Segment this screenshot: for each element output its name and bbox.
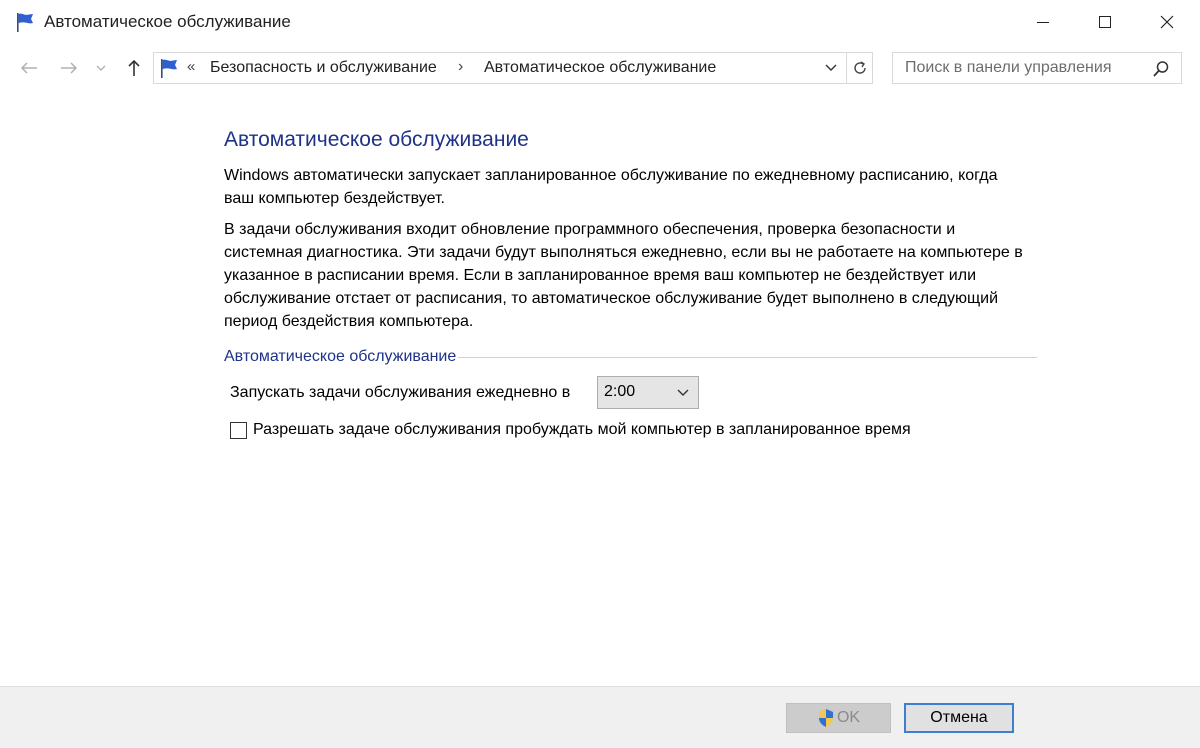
run-time-value: 2:00 [604, 383, 636, 400]
description-paragraph-2: В задачи обслуживания входит обновление … [224, 221, 1023, 330]
flag-icon [14, 11, 36, 33]
up-button[interactable] [120, 56, 148, 80]
recent-locations-button[interactable] [92, 56, 110, 80]
search-icon[interactable] [1151, 59, 1171, 79]
maximize-button[interactable] [1074, 0, 1136, 44]
breadcrumb-separator[interactable]: › [458, 58, 463, 76]
title-bar: Автоматическое обслуживание [0, 0, 1200, 44]
search-box[interactable]: Поиск в панели управления [892, 52, 1182, 84]
address-dropdown-button[interactable] [818, 53, 844, 83]
cancel-button[interactable]: Отмена [904, 703, 1014, 733]
breadcrumb-security-maintenance[interactable]: Безопасность и обслуживание [210, 59, 437, 77]
run-time-label: Запускать задачи обслуживания ежедневно … [230, 384, 571, 401]
flag-icon [158, 57, 180, 79]
refresh-icon [853, 61, 866, 74]
main-content: Автоматическое обслуживание Windows авто… [0, 92, 1200, 686]
description-paragraph-1: Windows автоматически запускает запланир… [224, 167, 998, 207]
address-bar[interactable]: « Безопасность и обслуживание › Автомати… [153, 52, 873, 84]
wake-computer-label[interactable]: Разрешать задаче обслуживания пробуждать… [253, 421, 911, 439]
dialog-footer: OK Отмена [0, 686, 1200, 748]
arrow-up-icon [128, 59, 140, 76]
run-time-select[interactable]: 2:00 [597, 376, 699, 409]
breadcrumb-auto-maintenance[interactable]: Автоматическое обслуживание [484, 59, 716, 77]
arrow-right-icon [61, 62, 78, 74]
navigation-bar: « Безопасность и обслуживание › Автомати… [0, 44, 1200, 92]
forward-button[interactable] [54, 56, 84, 80]
back-button[interactable] [14, 56, 44, 80]
refresh-button[interactable] [846, 53, 872, 83]
window-title: Автоматическое обслуживание [44, 12, 291, 31]
maximize-icon [1099, 16, 1111, 28]
breadcrumb-overflow[interactable]: « [187, 58, 195, 75]
close-button[interactable] [1136, 0, 1198, 44]
close-icon [1160, 15, 1174, 29]
minimize-button[interactable] [1012, 0, 1074, 44]
ok-button[interactable]: OK [786, 703, 891, 733]
wake-computer-checkbox[interactable] [230, 422, 247, 439]
search-input[interactable]: Поиск в панели управления [905, 59, 1111, 77]
chevron-down-icon [96, 65, 106, 71]
ok-button-label: OK [836, 709, 861, 726]
minimize-icon [1037, 22, 1049, 23]
cancel-button-label: Отмена [930, 709, 988, 726]
group-title: Автоматическое обслуживание [224, 348, 459, 366]
uac-shield-icon [818, 709, 833, 727]
chevron-down-icon [825, 64, 837, 71]
page-title: Автоматическое обслуживание [224, 128, 529, 151]
chevron-down-icon [676, 386, 690, 400]
arrow-left-icon [20, 62, 37, 74]
